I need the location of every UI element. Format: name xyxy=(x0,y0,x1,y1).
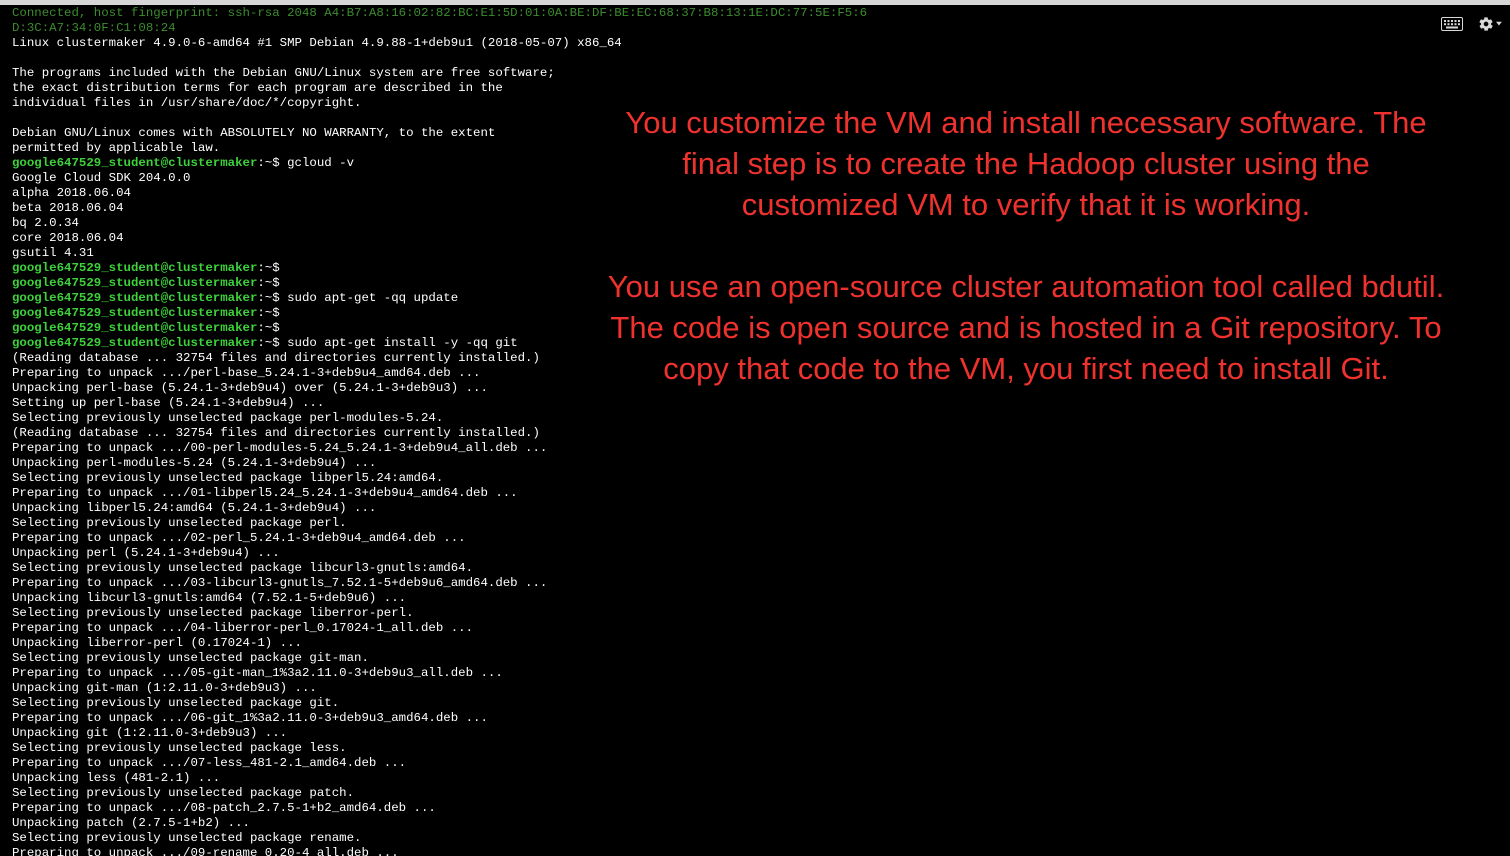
prompt-user-host: google647529_student@clustermaker xyxy=(12,306,258,320)
terminal-line: Preparing to unpack .../05-git-man_1%3a2… xyxy=(12,666,503,680)
command-text: sudo apt-get install -y -qq git xyxy=(279,336,518,350)
terminal-line: Linux clustermaker 4.9.0-6-amd64 #1 SMP … xyxy=(12,36,622,50)
prompt-path: :~$ xyxy=(257,261,280,275)
terminal-line: Selecting previously unselected package … xyxy=(12,786,355,800)
gear-icon xyxy=(1479,17,1493,31)
keyboard-button[interactable] xyxy=(1440,12,1464,36)
terminal-line: Preparing to unpack .../00-perl-modules-… xyxy=(12,441,548,455)
prompt-user-host: google647529_student@clustermaker xyxy=(12,321,258,335)
prompt-path: :~$ xyxy=(257,336,280,350)
terminal-line: Preparing to unpack .../09-rename_0.20-4… xyxy=(12,846,399,856)
terminal-line: the exact distribution terms for each pr… xyxy=(12,81,503,95)
terminal-line: Selecting previously unselected package … xyxy=(12,831,362,845)
terminal-line: Selecting previously unselected package … xyxy=(12,696,340,710)
terminal-line: Selecting previously unselected package … xyxy=(12,516,347,530)
terminal-line: Preparing to unpack .../04-liberror-perl… xyxy=(12,621,474,635)
cloud-shell-window: Connected, host fingerprint: ssh-rsa 204… xyxy=(0,0,1510,856)
overlay-paragraph-2: You use an open-source cluster automatio… xyxy=(607,269,1445,386)
terminal-line: The programs included with the Debian GN… xyxy=(12,66,555,80)
terminal-line: Unpacking perl-modules-5.24 (5.24.1-3+de… xyxy=(12,456,377,470)
terminal-line: Unpacking libcurl3-gnutls:amd64 (7.52.1-… xyxy=(12,591,407,605)
prompt-user-host: google647529_student@clustermaker xyxy=(12,336,258,350)
command-text: gcloud -v xyxy=(279,156,355,170)
terminal-line: Preparing to unpack .../08-patch_2.7.5-1… xyxy=(12,801,436,815)
terminal-line: Preparing to unpack .../07-less_481-2.1_… xyxy=(12,756,407,770)
prompt-path: :~$ xyxy=(257,321,280,335)
terminal-line: Preparing to unpack .../02-perl_5.24.1-3… xyxy=(12,531,466,545)
terminal-line: Setting up perl-base (5.24.1-3+deb9u4) .… xyxy=(12,396,325,410)
terminal-line: Unpacking git (1:2.11.0-3+deb9u3) ... xyxy=(12,726,288,740)
terminal-line: Unpacking less (481-2.1) ... xyxy=(12,771,221,785)
terminal-line: Preparing to unpack .../01-libperl5.24_5… xyxy=(12,486,518,500)
prompt-path: :~$ xyxy=(257,306,280,320)
terminal-line: Selecting previously unselected package … xyxy=(12,606,414,620)
chevron-down-icon xyxy=(1496,21,1502,26)
terminal-line: Selecting previously unselected package … xyxy=(12,471,444,485)
terminal-line: Unpacking patch (2.7.5-1+b2) ... xyxy=(12,816,250,830)
prompt-path: :~$ xyxy=(257,156,280,170)
terminal-line: Selecting previously unselected package … xyxy=(12,561,474,575)
terminal-line: Selecting previously unselected package … xyxy=(12,411,444,425)
terminal-line: D:3C:A7:34:0F:C1:08:24 xyxy=(12,21,176,35)
prompt-user-host: google647529_student@clustermaker xyxy=(12,261,258,275)
terminal-line: Unpacking libperl5.24:amd64 (5.24.1-3+de… xyxy=(12,501,377,515)
keyboard-icon xyxy=(1441,17,1463,31)
prompt-user-host: google647529_student@clustermaker xyxy=(12,276,258,290)
prompt-path: :~$ xyxy=(257,291,280,305)
prompt-path: :~$ xyxy=(257,276,280,290)
terminal-line: Preparing to unpack .../03-libcurl3-gnut… xyxy=(12,576,548,590)
overlay-paragraph-1: You customize the VM and install necessa… xyxy=(625,105,1427,222)
terminal-line: Selecting previously unselected package … xyxy=(12,651,369,665)
terminal-line: Connected, host fingerprint: ssh-rsa 204… xyxy=(12,6,868,20)
window-top-border xyxy=(0,0,1510,5)
command-text: sudo apt-get -qq update xyxy=(279,291,459,305)
terminal-line: Unpacking git-man (1:2.11.0-3+deb9u3) ..… xyxy=(12,681,317,695)
prompt-user-host: google647529_student@clustermaker xyxy=(12,156,258,170)
settings-button[interactable] xyxy=(1478,12,1502,36)
prompt-user-host: google647529_student@clustermaker xyxy=(12,291,258,305)
terminal-line: (Reading database ... 32754 files and di… xyxy=(12,426,540,440)
terminal-line: Selecting previously unselected package … xyxy=(12,741,347,755)
terminal-toolbar xyxy=(1440,12,1502,36)
terminal-line: Unpacking perl (5.24.1-3+deb9u4) ... xyxy=(12,546,280,560)
instruction-overlay: You customize the VM and install necessa… xyxy=(604,102,1448,389)
terminal-line: Preparing to unpack .../06-git_1%3a2.11.… xyxy=(12,711,488,725)
terminal-line: Unpacking liberror-perl (0.17024-1) ... xyxy=(12,636,302,650)
